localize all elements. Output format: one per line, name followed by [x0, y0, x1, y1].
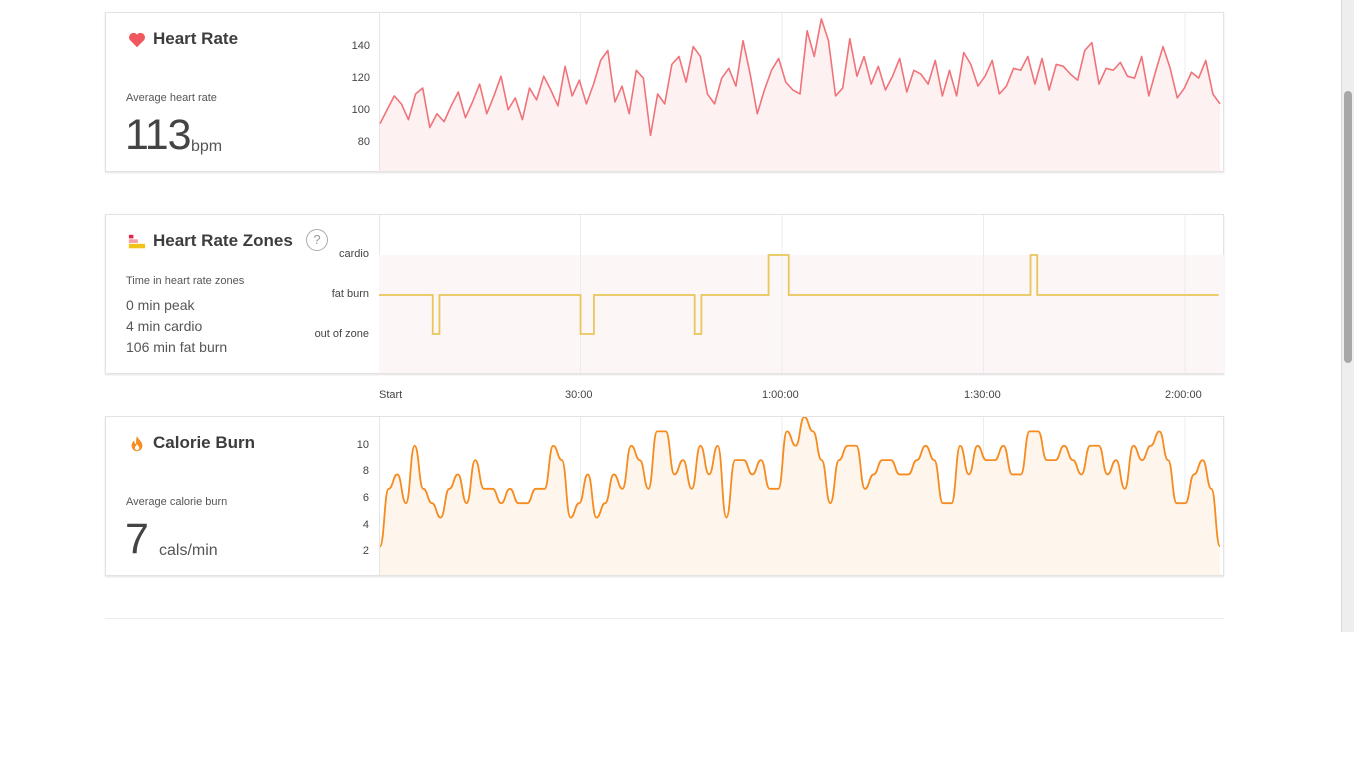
scrollbar-thumb[interactable] [1344, 91, 1352, 363]
zone-y-tick-out-of-zone: out of zone [314, 328, 369, 340]
x-tick-90: 1:30:00 [964, 389, 1001, 401]
average-calorie-burn-label: Average calorie burn [126, 496, 228, 508]
hr-y-tick-100: 100 [351, 104, 370, 116]
cal-y-tick-8: 8 [362, 465, 369, 477]
heart-rate-zones-card: Heart Rate Zones ? Time in heart rate zo… [105, 214, 1224, 374]
heart-rate-unit: bpm [191, 138, 223, 155]
heart-rate-zones-title: Heart Rate Zones [153, 231, 293, 250]
hr-y-tick-80: 80 [357, 136, 370, 148]
zone-cardio-line: 4 min cardio [126, 318, 203, 334]
cal-y-tick-4: 4 [362, 519, 369, 531]
cal-y-tick-10: 10 [356, 439, 369, 451]
zone-peak-line: 0 min peak [126, 297, 195, 313]
calorie-burn-title: Calorie Burn [153, 433, 256, 452]
x-tick-60: 1:00:00 [762, 389, 799, 401]
heart-rate-zones-summary: Heart Rate Zones ? Time in heart rate zo… [106, 215, 380, 373]
hr-y-tick-120: 120 [351, 72, 370, 84]
heart-rate-summary: Heart Rate Average heart rate 113 bpm 14… [106, 13, 380, 171]
x-tick-30: 30:00 [565, 389, 593, 401]
flame-icon [131, 435, 143, 452]
cal-y-tick-6: 6 [362, 492, 369, 504]
calorie-burn-unit: cals/min [159, 542, 218, 559]
average-heart-rate-label: Average heart rate [126, 92, 217, 104]
average-heart-rate-value: 113 [125, 111, 192, 159]
average-calorie-burn-value: 7 [125, 515, 149, 563]
heart-icon [129, 32, 145, 48]
heart-rate-zones-chart[interactable] [379, 215, 1224, 373]
page-scrollbar[interactable] [1341, 0, 1354, 632]
calorie-burn-card: Calorie Burn Average calorie burn 7 cals… [105, 416, 1224, 576]
heart-rate-chart[interactable] [379, 13, 1224, 171]
section-divider [105, 618, 1224, 619]
hr-y-tick-140: 140 [351, 40, 370, 52]
zones-icon [128, 234, 146, 249]
calorie-burn-chart[interactable] [379, 417, 1224, 575]
cal-y-tick-2: 2 [362, 545, 369, 557]
zone-fatburn-line: 106 min fat burn [126, 339, 228, 355]
x-tick-120: 2:00:00 [1165, 389, 1202, 401]
time-in-zones-label: Time in heart rate zones [126, 275, 245, 287]
heart-rate-card: Heart Rate Average heart rate 113 bpm 14… [105, 12, 1224, 172]
heart-rate-title: Heart Rate [153, 29, 239, 48]
calorie-burn-summary: Calorie Burn Average calorie burn 7 cals… [106, 417, 380, 575]
zone-y-tick-cardio: cardio [339, 248, 369, 260]
chart-area-fill [380, 18, 1220, 171]
zone-y-tick-fat-burn: fat burn [331, 288, 369, 300]
zone-band-fill [379, 255, 1224, 373]
x-tick-start: Start [379, 389, 403, 401]
